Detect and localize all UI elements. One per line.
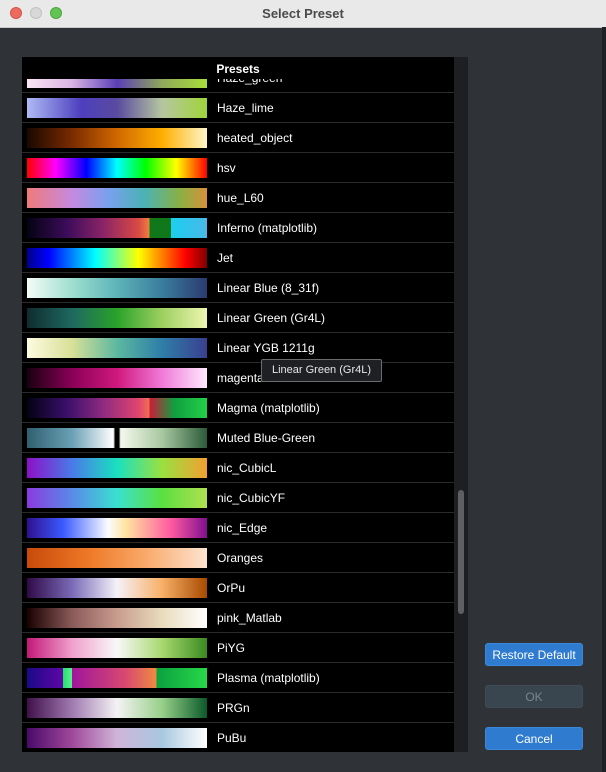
preset-row[interactable]: magenta [22,363,454,393]
colormap-swatch [27,308,207,328]
tooltip: Linear Green (Gr4L) [261,359,382,382]
colormap-swatch [27,218,207,238]
preset-label: Plasma (matplotlib) [217,671,320,685]
window-title: Select Preset [262,6,344,21]
colormap-swatch [27,638,207,658]
cancel-button[interactable]: Cancel [485,727,583,750]
preset-row[interactable]: OrPu [22,573,454,603]
preset-row[interactable]: hsv [22,153,454,183]
preset-label: Haze_green [217,79,282,93]
colormap-swatch [27,578,207,598]
preset-row[interactable]: Inferno (matplotlib) [22,213,454,243]
preset-list[interactable]: Haze_green Haze_lime heated_objecthsv hue_L… [22,79,454,752]
preset-label: Linear Blue (8_31f) [217,281,320,295]
preset-label: OrPu [217,581,246,595]
preset-label: pink_Matlab [217,611,282,625]
colormap-swatch [27,518,207,538]
colormap-swatch [27,79,207,88]
presets-column-header[interactable]: Presets [22,57,454,79]
colormap-swatch [27,488,207,508]
preset-label: PuBu [217,731,247,745]
colormap-swatch [27,278,207,298]
colormap-swatch [27,698,207,718]
preset-label: PRGn [217,701,250,715]
preset-label: Inferno (matplotlib) [217,221,318,235]
ok-button[interactable]: OK [485,685,583,708]
preset-row[interactable]: Linear Green (Gr4L) [22,303,454,333]
colormap-swatch [27,548,207,568]
preset-label: Magma (matplotlib) [217,401,320,415]
preset-row[interactable]: Haze_lime [22,93,454,123]
preset-row[interactable]: Linear Blue (8_31f) [22,273,454,303]
preset-label: Muted Blue-Green [217,431,316,445]
preset-label: heated_object [217,131,293,145]
preset-label: nic_Edge [217,521,268,535]
preset-row[interactable]: Muted Blue-Green [22,423,454,453]
preset-label: Haze_lime [217,101,274,115]
preset-row[interactable]: Haze_green [22,79,454,93]
select-preset-dialog: Select Preset Presets Haze_green Haze_lim… [0,0,606,772]
preset-row[interactable]: Magma (matplotlib) [22,393,454,423]
preset-label: nic_CubicL [217,461,277,475]
preset-label: Jet [217,251,234,265]
colormap-swatch [27,248,207,268]
colormap-swatch [27,98,207,118]
preset-row[interactable]: PiYG [22,633,454,663]
colormap-swatch [27,428,207,448]
colormap-swatch [27,668,207,688]
preset-label: hsv [217,161,236,175]
window-edge [602,27,606,772]
colormap-swatch [27,458,207,478]
preset-label: PiYG [217,641,246,655]
colormap-swatch [27,728,207,748]
preset-row[interactable]: Oranges [22,543,454,573]
preset-row[interactable]: nic_CubicL [22,453,454,483]
restore-default-button[interactable]: Restore Default [485,643,583,666]
preset-label: magenta [217,371,264,385]
colormap-swatch [27,158,207,178]
preset-row[interactable]: Plasma (matplotlib) [22,663,454,693]
title-bar: Select Preset [0,0,606,28]
preset-row[interactable]: pink_Matlab [22,603,454,633]
colormap-swatch [27,398,207,418]
preset-row[interactable]: Linear YGB 1211g [22,333,454,363]
colormap-swatch [27,128,207,148]
preset-label: nic_CubicYF [217,491,286,505]
preset-label: Oranges [217,551,264,565]
colormap-swatch [27,608,207,628]
colormap-swatch [27,338,207,358]
preset-row[interactable]: nic_Edge [22,513,454,543]
colormap-swatch [27,368,207,388]
colormap-swatch [27,188,207,208]
preset-row[interactable]: heated_object [22,123,454,153]
preset-row[interactable]: PuBu [22,723,454,752]
preset-list-scrollbar[interactable] [454,57,468,752]
preset-row[interactable]: PRGn [22,693,454,723]
scroll-thumb[interactable] [458,490,464,614]
preset-row[interactable]: hue_L60 [22,183,454,213]
preset-row[interactable]: Jet [22,243,454,273]
preset-label: Linear Green (Gr4L) [217,311,326,325]
preset-row[interactable]: nic_CubicYF [22,483,454,513]
preset-label: hue_L60 [217,191,264,205]
